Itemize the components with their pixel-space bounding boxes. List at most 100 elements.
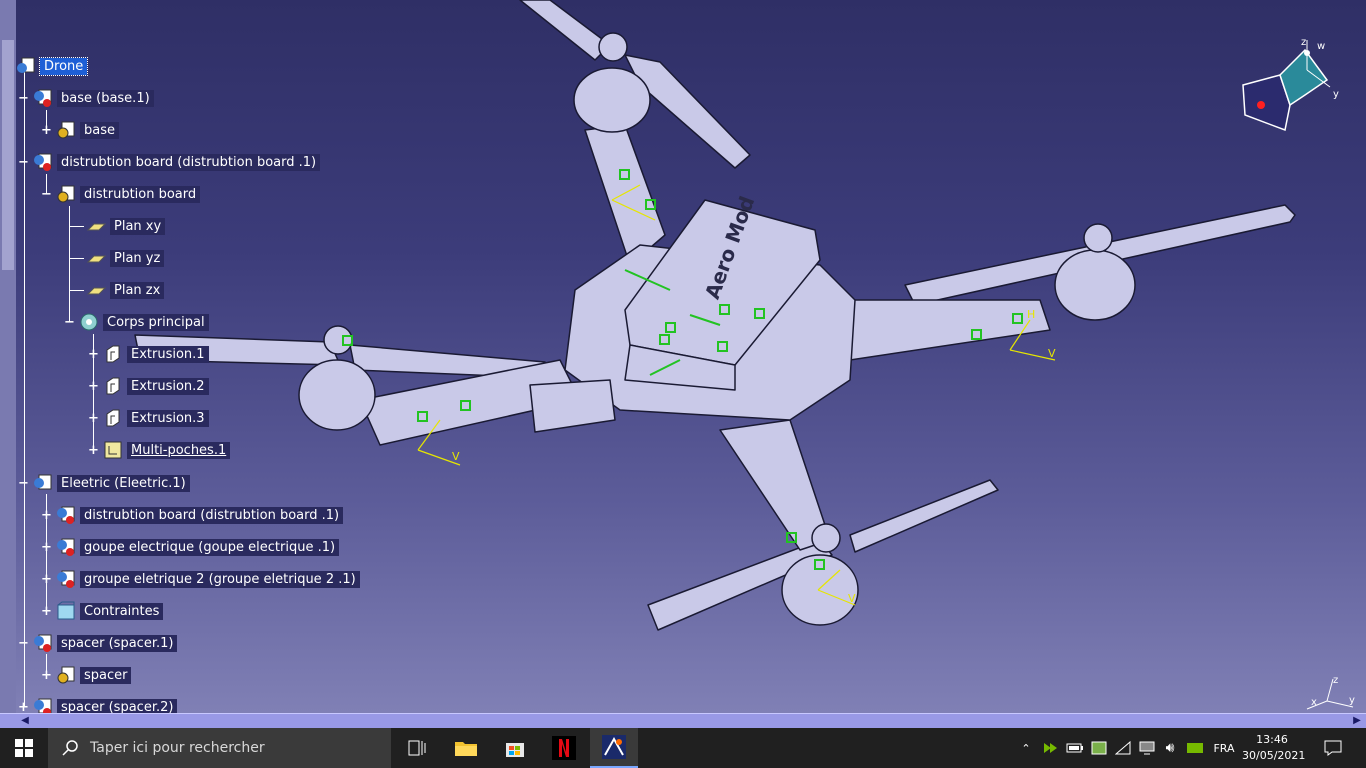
part-instance-icon (33, 697, 53, 713)
extrusion-icon (103, 376, 123, 396)
tree-node-plan-zx[interactable]: Plan zx (86, 279, 165, 301)
tree-node-distribution-board-part[interactable]: − distrubtion board (41, 183, 201, 205)
expand-icon[interactable]: + (41, 509, 52, 522)
scroll-left-icon[interactable]: ◀ (18, 715, 32, 727)
notifications-icon[interactable] (1318, 728, 1348, 768)
search-icon (62, 740, 78, 756)
netflix-button[interactable] (541, 728, 587, 768)
folder-icon (455, 742, 477, 756)
clock-date: 30/05/2021 (1242, 749, 1306, 762)
tree-node-multi-poches[interactable]: + Multi-poches.1 (88, 439, 231, 461)
tree-node-plan-xy[interactable]: Plan xy (86, 215, 166, 237)
part-instance-icon (33, 633, 53, 653)
tree-node-extrusion-3[interactable]: + Extrusion.3 (88, 407, 209, 429)
expand-icon[interactable]: + (41, 541, 52, 554)
3d-viewport[interactable]: Aero Mod V V V H z w y z y x Drone − bas… (0, 0, 1366, 713)
compass-label-w: w (1317, 41, 1325, 52)
tray-chevron-icon[interactable]: ⌃ (1017, 728, 1035, 768)
nvidia-icon[interactable] (1184, 728, 1206, 768)
collapse-icon[interactable]: − (18, 477, 29, 490)
svg-text:z: z (1333, 675, 1338, 686)
tree-node-plan-yz[interactable]: Plan yz (86, 247, 165, 269)
part-instance-icon (56, 505, 76, 525)
orientation-compass[interactable]: z w y (1235, 35, 1355, 135)
tree-node-base-part[interactable]: + base (41, 119, 119, 141)
collapse-icon[interactable]: − (64, 316, 75, 329)
display-tray-icon[interactable] (1136, 728, 1158, 768)
tree-node-spacer-2[interactable]: + spacer (spacer.2) (18, 696, 178, 714)
motor-top-left (573, 67, 651, 133)
propeller-bottom-2 (849, 479, 999, 553)
expand-icon[interactable]: + (41, 669, 52, 682)
expand-icon[interactable]: + (41, 124, 52, 137)
task-view-button[interactable] (395, 728, 439, 768)
collapse-icon[interactable]: − (41, 188, 52, 201)
language-indicator[interactable]: FRA (1208, 728, 1240, 768)
specification-tree[interactable]: Drone − base (base.1) + base − distrubti… (0, 50, 380, 713)
corner-axis-triad: z y x (1305, 673, 1360, 713)
part-instance-icon (56, 537, 76, 557)
tree-node-contraintes[interactable]: + Contraintes (41, 600, 164, 622)
catia-button[interactable] (590, 728, 638, 768)
axis-label-v: V (1048, 347, 1056, 360)
plane-icon (86, 248, 107, 268)
motor-cap-top-left (598, 32, 628, 62)
product-icon (16, 56, 36, 76)
tree-line (69, 206, 70, 322)
windows-logo-icon (15, 739, 33, 757)
app-tray-icon[interactable] (1088, 728, 1110, 768)
expand-icon[interactable]: + (41, 605, 52, 618)
part-instance-icon (33, 152, 53, 172)
tree-node-base[interactable]: − base (base.1) (18, 87, 154, 109)
expand-icon[interactable]: + (18, 701, 29, 714)
expand-icon[interactable]: + (88, 348, 99, 361)
motor-bottom (781, 554, 859, 626)
tree-node-goupe-electrique[interactable]: + goupe electrique (goupe electrique .1) (41, 536, 340, 558)
product-icon (33, 473, 53, 493)
store-button[interactable] (492, 728, 538, 768)
tree-node-distribution-board[interactable]: − distrubtion board (distrubtion board .… (18, 151, 321, 173)
tree-node-eleetric[interactable]: − Eleetric (Eleetric.1) (18, 472, 190, 494)
part-icon (56, 184, 76, 204)
catia-icon (602, 735, 626, 759)
volume-icon[interactable]: 🔊︎ (1158, 728, 1182, 768)
file-explorer-button[interactable] (443, 728, 489, 768)
collapse-icon[interactable]: − (18, 92, 29, 105)
viewport-horizontal-scrollbar[interactable]: ◀ ▶ (0, 713, 1366, 729)
scroll-right-icon[interactable]: ▶ (1350, 715, 1364, 727)
nvidia-tray-icon[interactable] (1040, 728, 1062, 768)
task-view-icon (408, 740, 426, 756)
tree-node-eleetric-distribution-board[interactable]: + distrubtion board (distrubtion board .… (41, 504, 344, 526)
clock[interactable]: 13:46 30/05/2021 (1242, 732, 1306, 764)
start-button[interactable] (0, 728, 48, 768)
tree-node-corps-principal[interactable]: − Corps principal (64, 311, 209, 333)
collapse-icon[interactable]: − (18, 637, 29, 650)
tree-node-root[interactable]: Drone (16, 55, 89, 77)
tree-node-spacer-1[interactable]: − spacer (spacer.1) (18, 632, 178, 654)
tree-node-extrusion-1[interactable]: + Extrusion.1 (88, 343, 209, 365)
battery-icon[interactable] (1064, 728, 1086, 768)
axis-label-v: V (452, 450, 460, 463)
collapse-icon[interactable]: − (18, 156, 29, 169)
arm-top (584, 124, 666, 266)
motor-cap-right (1083, 223, 1113, 253)
expand-icon[interactable]: + (88, 380, 99, 393)
extrusion-icon (103, 408, 123, 428)
body-gear-icon (79, 312, 99, 332)
part-instance-icon (56, 569, 76, 589)
expand-icon[interactable]: + (88, 444, 99, 457)
taskbar-search[interactable]: Taper ici pour rechercher (48, 728, 391, 768)
motor-right (1054, 249, 1136, 321)
svg-text:y: y (1349, 695, 1355, 706)
tree-node-spacer-part[interactable]: + spacer (41, 664, 132, 686)
constraints-icon (56, 601, 76, 621)
part-icon (56, 665, 76, 685)
wifi-icon[interactable] (1112, 728, 1134, 768)
expand-icon[interactable]: + (41, 573, 52, 586)
pocket-icon (103, 440, 123, 460)
search-placeholder: Taper ici pour rechercher (90, 740, 265, 756)
tree-node-extrusion-2[interactable]: + Extrusion.2 (88, 375, 209, 397)
expand-icon[interactable]: + (88, 412, 99, 425)
netflix-icon (552, 736, 576, 760)
tree-node-groupe-eletrique-2[interactable]: + groupe eletrique 2 (groupe eletrique 2… (41, 568, 360, 590)
